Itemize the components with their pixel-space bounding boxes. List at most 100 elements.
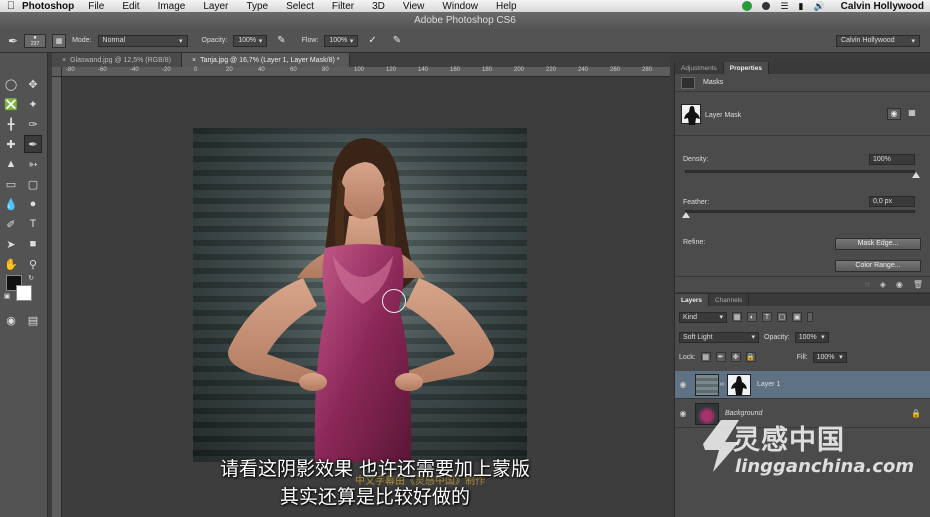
feather-slider[interactable]: [682, 210, 915, 218]
screen-mode-icon[interactable]: ▤: [24, 311, 42, 329]
apply-mask-icon[interactable]: ◈: [880, 280, 886, 289]
layer-mask-thumbnail[interactable]: [727, 373, 751, 396]
menu-3d[interactable]: 3D: [372, 1, 385, 12]
filter-shape-icon[interactable]: ▢: [777, 312, 787, 322]
tab-adjustments[interactable]: Adjustments: [675, 62, 724, 74]
load-selection-icon[interactable]: ◌: [865, 280, 870, 289]
menu-file[interactable]: File: [88, 1, 104, 12]
mask-thumbnail[interactable]: [681, 104, 701, 125]
lasso-tool-icon[interactable]: ❎: [2, 95, 20, 113]
mode-select[interactable]: Normal ▾: [97, 34, 188, 47]
menu-layer[interactable]: Layer: [203, 1, 228, 12]
trash-icon[interactable]: 🗑: [913, 280, 923, 289]
document-image[interactable]: [193, 128, 527, 462]
density-slider[interactable]: [685, 170, 920, 178]
dropbox-icon[interactable]: [762, 2, 771, 10]
menu-view[interactable]: View: [403, 1, 425, 12]
tab-channels[interactable]: Channels: [709, 294, 750, 306]
path-select-tool-icon[interactable]: ➤: [2, 235, 20, 253]
select-pixel-mask-button[interactable]: ◉: [887, 108, 901, 120]
zoom-tool-icon[interactable]: ⚲: [24, 255, 42, 273]
background-color-swatch[interactable]: [16, 285, 32, 301]
volume-icon[interactable]: 🔊: [813, 1, 824, 12]
quick-select-tool-icon[interactable]: ✦: [24, 95, 42, 113]
hand-tool-icon[interactable]: ✋: [2, 255, 20, 273]
wifi-icon[interactable]: ☰: [780, 1, 788, 12]
filter-toggle-icon[interactable]: [807, 312, 813, 322]
layer-name[interactable]: Layer 1: [757, 381, 780, 388]
healing-tool-icon[interactable]: ✚: [2, 135, 20, 153]
density-field[interactable]: 100%: [869, 154, 915, 165]
layer-row-layer-1[interactable]: ◉ ∞ Layer 1: [675, 371, 930, 399]
eraser-tool-icon[interactable]: ▭: [2, 175, 20, 193]
brush-tool-icon[interactable]: ✒: [8, 34, 18, 48]
history-brush-tool-icon[interactable]: ➳: [24, 155, 42, 173]
visibility-icon[interactable]: ◉: [896, 280, 903, 289]
type-tool-icon[interactable]: T: [24, 215, 42, 233]
feather-slider-thumb[interactable]: [682, 212, 690, 218]
menu-window[interactable]: Window: [442, 1, 478, 12]
filter-smart-object-icon[interactable]: ▣: [792, 312, 802, 322]
menu-image[interactable]: Image: [158, 1, 186, 12]
workspace-select[interactable]: Calvin Hollywood ▾: [836, 34, 920, 47]
filter-type-icon[interactable]: T: [762, 312, 772, 322]
app-menu[interactable]: Photoshop: [22, 1, 74, 12]
mask-edge-button[interactable]: Mask Edge...: [835, 238, 921, 250]
add-vector-mask-icon[interactable]: ▦: [905, 108, 919, 120]
swap-colors-icon[interactable]: ↻: [26, 273, 36, 283]
pressure-size-icon[interactable]: ✎: [393, 35, 401, 46]
eyedropper-tool-icon[interactable]: ✑: [24, 115, 42, 133]
filter-pixel-icon[interactable]: ▦: [732, 312, 742, 322]
gradient-tool-icon[interactable]: ▢: [24, 175, 42, 193]
menu-select[interactable]: Select: [286, 1, 314, 12]
pressure-opacity-icon[interactable]: ✎: [277, 35, 285, 46]
tab-glaswand[interactable]: × Glaswand.jpg @ 12,5% (RGB/8): [52, 53, 182, 67]
density-slider-thumb[interactable]: [912, 172, 920, 178]
tab-tanja[interactable]: × Tanja.jpg @ 16,7% (Layer 1, Layer Mask…: [181, 53, 351, 67]
layer-opacity-field[interactable]: 100% ▾: [794, 331, 829, 343]
eye-icon[interactable]: ◉: [675, 409, 691, 418]
lock-position-icon[interactable]: ✥: [730, 352, 741, 362]
user-name[interactable]: Calvin Hollywood: [841, 1, 924, 12]
lock-all-icon[interactable]: 🔒: [745, 352, 756, 362]
dodge-tool-icon[interactable]: ●: [24, 195, 42, 213]
apple-icon[interactable]: : [0, 0, 22, 12]
brush-tool-icon[interactable]: ✒: [24, 135, 42, 153]
quick-mask-icon[interactable]: ◉: [2, 311, 20, 329]
lock-transparent-icon[interactable]: ▦: [700, 352, 711, 362]
marquee-tool-icon[interactable]: ◯: [2, 75, 20, 93]
tab-properties[interactable]: Properties: [723, 62, 769, 74]
canvas-area[interactable]: [62, 77, 670, 517]
brush-panel-icon[interactable]: ▦: [52, 33, 67, 48]
crop-tool-icon[interactable]: ╋: [2, 115, 20, 133]
menu-filter[interactable]: Filter: [332, 1, 354, 12]
layer-thumbnail[interactable]: [695, 373, 719, 396]
link-icon[interactable]: ∞: [719, 381, 725, 388]
filter-adjustment-icon[interactable]: ◐: [747, 312, 757, 322]
stamp-tool-icon[interactable]: ▲: [2, 155, 20, 173]
battery-icon[interactable]: ▮: [798, 1, 803, 12]
menu-help[interactable]: Help: [496, 1, 517, 12]
feather-field[interactable]: 0,0 px: [869, 196, 915, 207]
brush-preset-picker[interactable]: ● 237: [24, 33, 47, 48]
app-status-icon[interactable]: [742, 1, 753, 11]
blur-tool-icon[interactable]: 💧: [2, 195, 20, 213]
close-icon[interactable]: ×: [62, 57, 66, 64]
airbrush-icon[interactable]: ✓: [368, 35, 376, 46]
shape-tool-icon[interactable]: ■: [24, 235, 42, 253]
eye-icon[interactable]: ◉: [675, 380, 691, 389]
blend-mode-select[interactable]: Soft Light ▾: [679, 331, 759, 343]
move-tool-icon[interactable]: ✥: [24, 75, 42, 93]
default-colors-icon[interactable]: ▣: [2, 291, 12, 301]
menu-edit[interactable]: Edit: [122, 1, 139, 12]
tab-layers[interactable]: Layers: [675, 294, 709, 306]
menu-type[interactable]: Type: [246, 1, 268, 12]
kind-filter-select[interactable]: Kind ▾: [679, 311, 727, 323]
lock-image-icon[interactable]: ✒: [715, 352, 726, 362]
flow-field[interactable]: 100% ▾: [324, 34, 359, 47]
color-range-button[interactable]: Color Range...: [835, 260, 921, 272]
close-icon[interactable]: ×: [192, 57, 196, 64]
fill-field[interactable]: 100% ▾: [812, 351, 847, 363]
pen-tool-icon[interactable]: ✐: [2, 215, 20, 233]
opacity-field[interactable]: 100% ▾: [233, 34, 268, 47]
